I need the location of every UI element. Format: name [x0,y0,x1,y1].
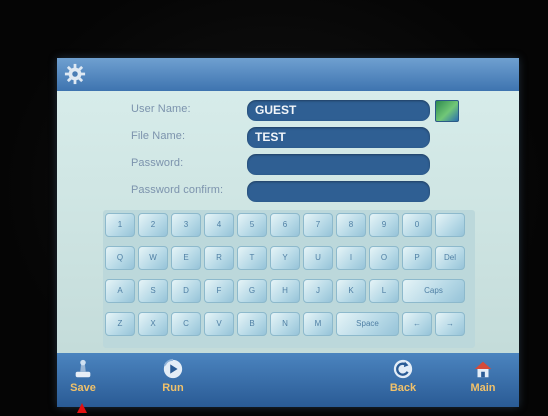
key-8[interactable]: 8 [336,213,366,237]
run-label: Run [162,382,184,394]
key-4[interactable]: 4 [204,213,234,237]
key-r[interactable]: R [204,246,234,270]
key-h[interactable]: H [270,279,300,303]
main-icon [474,361,492,378]
pointer-arrow-icon [77,403,87,413]
key-n[interactable]: N [270,312,300,336]
key-c[interactable]: C [171,312,201,336]
key-g[interactable]: G [237,279,267,303]
key-e[interactable]: E [171,246,201,270]
key-z[interactable]: Z [105,312,135,336]
key-b[interactable]: B [237,312,267,336]
user-name-label: User Name: [131,103,191,115]
key-k[interactable]: K [336,279,366,303]
main-button[interactable]: Main [461,353,505,407]
key-a[interactable]: A [105,279,135,303]
key-s[interactable]: S [138,279,168,303]
key-q[interactable]: Q [105,246,135,270]
password-field[interactable] [247,154,430,175]
key-5[interactable]: 5 [237,213,267,237]
key-6[interactable]: 6 [270,213,300,237]
password-label: Password: [131,157,184,169]
onscreen-keyboard: 1 2 3 4 5 6 7 8 9 0 Q W E R T Y U I O P … [103,210,475,348]
key-p[interactable]: P [402,246,432,270]
title-bar [57,58,519,91]
back-button[interactable]: Back [381,353,425,407]
back-label: Back [389,382,417,394]
run-icon [163,358,183,379]
file-name-field[interactable]: TEST [247,127,430,148]
user-select-icon[interactable] [435,100,459,122]
key-minus[interactable] [435,213,465,237]
run-button[interactable]: Run [151,353,195,407]
key-i[interactable]: I [336,246,366,270]
password-confirm-label: Password confirm: [131,184,224,196]
key-left-arrow[interactable]: ← [402,312,432,336]
key-caps[interactable]: Caps [402,279,465,303]
key-v[interactable]: V [204,312,234,336]
key-delete[interactable]: Del [435,246,465,270]
key-f[interactable]: F [204,279,234,303]
key-o[interactable]: O [369,246,399,270]
save-button[interactable]: Save [61,353,105,407]
file-name-label: File Name: [131,130,186,142]
main-label: Main [470,382,496,394]
key-t[interactable]: T [237,246,267,270]
key-y[interactable]: Y [270,246,300,270]
bottom-toolbar: Save Run Back Main [57,353,519,407]
gear-icon[interactable] [64,63,86,85]
key-7[interactable]: 7 [303,213,333,237]
key-2[interactable]: 2 [138,213,168,237]
key-l[interactable]: L [369,279,399,303]
save-icon [75,359,91,378]
key-d[interactable]: D [171,279,201,303]
save-label: Save [70,382,96,394]
key-9[interactable]: 9 [369,213,399,237]
key-space[interactable]: Space [336,312,399,336]
key-0[interactable]: 0 [402,213,432,237]
key-1[interactable]: 1 [105,213,135,237]
key-u[interactable]: U [303,246,333,270]
key-x[interactable]: X [138,312,168,336]
user-name-field[interactable]: GUEST [247,100,430,121]
hmi-screen: User Name: GUEST File Name: TEST Passwor… [57,58,519,407]
password-confirm-field[interactable] [247,181,430,202]
key-w[interactable]: W [138,246,168,270]
key-m[interactable]: M [303,312,333,336]
key-j[interactable]: J [303,279,333,303]
key-right-arrow[interactable]: → [435,312,465,336]
key-3[interactable]: 3 [171,213,201,237]
back-icon [393,359,413,379]
